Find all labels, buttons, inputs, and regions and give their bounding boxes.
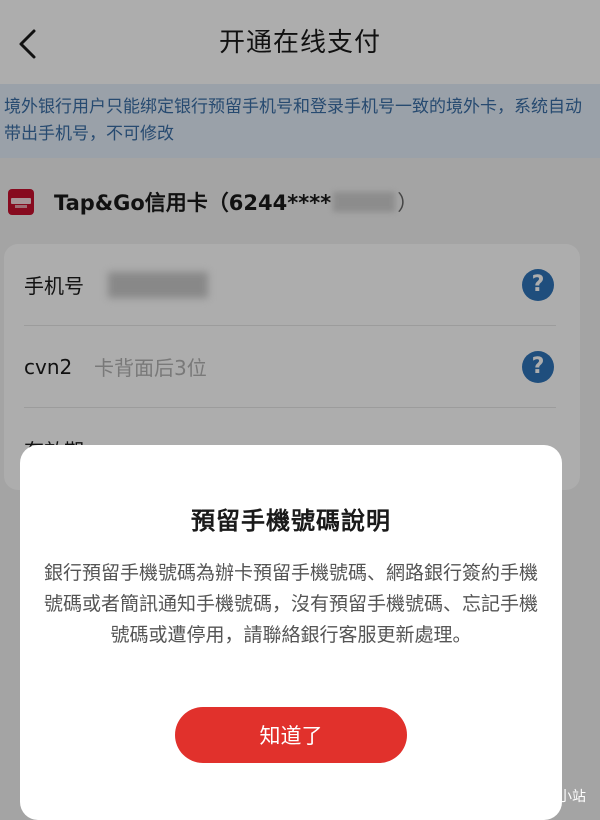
info-dialog: 預留手機號碼說明 銀行預留手機號碼為辦卡預留手機號碼、網路銀行簽約手機號碼或者簡… xyxy=(20,445,562,820)
page: 开通在线支付 境外银行用户只能绑定银行预留手机号和登录手机号一致的境外卡，系统自… xyxy=(0,0,600,820)
watermark: 默默的小站 xyxy=(488,786,586,806)
watermark-text: 默默的小站 xyxy=(516,789,586,805)
dialog-title: 預留手機號碼說明 xyxy=(191,507,391,535)
dialog-body: 銀行預留手機號碼為辦卡預留手機號碼、網路銀行簽約手機號碼或者簡訊通知手機號碼，沒… xyxy=(44,562,539,646)
wechat-icon xyxy=(488,788,510,804)
ok-button[interactable]: 知道了 xyxy=(175,707,407,763)
